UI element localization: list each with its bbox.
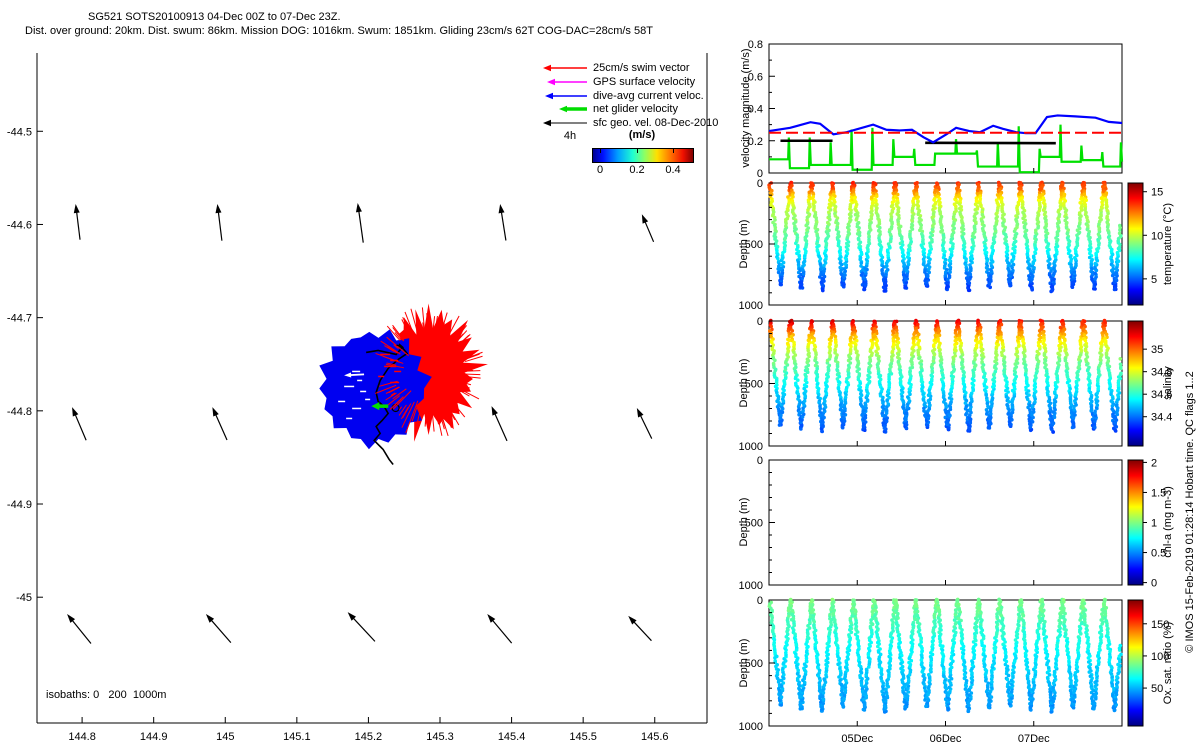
svg-text:0: 0 <box>757 455 763 467</box>
svg-text:35: 35 <box>1151 344 1163 356</box>
svg-text:0: 0 <box>757 316 763 328</box>
svg-text:-44.8: -44.8 <box>7 406 32 418</box>
svg-text:145: 145 <box>216 731 234 743</box>
dive-avg-current-arrow-icon <box>545 92 587 99</box>
dive-vector-cluster <box>319 303 488 465</box>
legend-colorbar-title: (m/s) <box>628 129 656 141</box>
colorbar-1 <box>1127 182 1144 306</box>
temperature-panel <box>767 180 1144 306</box>
colorbar-label-oxygen: Ox. sat. ratio (%) <box>1162 621 1174 705</box>
svg-text:145.3: 145.3 <box>426 731 454 743</box>
svg-text:145.1: 145.1 <box>283 731 311 743</box>
legend-cbar-tick <box>600 149 601 153</box>
gps-surface-velocity-arrow-icon <box>547 78 587 85</box>
legend-item-swim-vector: 25cm/s swim vector <box>537 61 690 75</box>
svg-text:145.2: 145.2 <box>355 731 383 743</box>
legend-cbar-tick <box>637 149 638 153</box>
svg-text:1: 1 <box>1151 518 1157 530</box>
svg-text:144.9: 144.9 <box>140 731 168 743</box>
oxygen-panel <box>767 597 1144 727</box>
depth-axis-label-temperature: Depth (m) <box>738 219 750 269</box>
svg-text:1000: 1000 <box>739 300 763 312</box>
sfc-geo-velocity-arrow-icon <box>543 119 587 127</box>
vector-legend: 25cm/s swim vector GPS surface velocity di… <box>537 60 752 192</box>
legend-item-label: net glider velocity <box>593 103 678 116</box>
colorbar-2 <box>1127 320 1144 447</box>
net-glider-velocity-arrow-icon <box>559 106 587 113</box>
legend-item-label: GPS surface velocity <box>593 75 696 88</box>
colorbar-3 <box>1127 459 1144 586</box>
imos-copyright-note: © IMOS 15-Feb-2019 01:28:14 Hobart time.… <box>1184 371 1196 653</box>
colorbar-4 <box>1127 599 1144 727</box>
legend-item-label: sfc geo. vel. 08-Dec-2010 <box>593 117 719 130</box>
svg-text:2: 2 <box>1151 457 1157 469</box>
svg-text:1000: 1000 <box>739 580 763 592</box>
isobaths-label: isobaths: 0 200 1000m <box>46 689 167 701</box>
page-title: SG521 SOTS20100913 04-Dec 00Z to 07-Dec … <box>88 11 341 23</box>
depth-axis-label-chla: Depth (m) <box>738 497 750 547</box>
swim-vector-arrow-icon <box>543 64 587 72</box>
svg-text:5: 5 <box>1151 274 1157 286</box>
legend-item-net-glider-velocity: net glider velocity <box>537 102 678 116</box>
depth-axis-label-salinity: Depth (m) <box>738 358 750 408</box>
legend-cbar-tick-label: 0 <box>596 164 604 176</box>
legend-cbar-tick-label: 0.2 <box>629 164 645 176</box>
svg-text:-44.5: -44.5 <box>7 126 32 138</box>
legend-cbar-tick <box>673 149 674 153</box>
legend-item-label: dive-avg current veloc. <box>593 89 704 102</box>
legend-item-gps-surface-velocity: GPS surface velocity <box>537 75 695 89</box>
svg-text:0: 0 <box>1151 578 1157 590</box>
velocity-panel <box>768 43 1124 174</box>
svg-text:-44.7: -44.7 <box>7 313 32 325</box>
legend-item-label: 25cm/s swim vector <box>593 62 690 74</box>
svg-text:-44.6: -44.6 <box>7 219 32 231</box>
colorbar-label-salinity: salinity <box>1162 366 1174 400</box>
mission-stats-subtitle: Dist. over ground: 20km. Dist. swum: 86k… <box>25 25 653 37</box>
colorbar-label-chla: chl-a (mg m-3) <box>1162 486 1174 558</box>
svg-text:145.5: 145.5 <box>569 731 597 743</box>
svg-text:145.6: 145.6 <box>641 731 669 743</box>
velocity-axis-label: velocity magnitude (m/s) <box>740 48 752 168</box>
svg-text:15: 15 <box>1151 187 1163 199</box>
salinity-panel <box>768 318 1144 447</box>
legend-cbar-tick-label: 0.4 <box>665 164 681 176</box>
svg-text:0: 0 <box>757 178 763 190</box>
svg-text:144.8: 144.8 <box>68 731 96 743</box>
svg-text:145.4: 145.4 <box>498 731 526 743</box>
svg-text:1000: 1000 <box>739 441 763 453</box>
depth-axis-label-oxygen: Depth (m) <box>738 638 750 688</box>
legend-colorbar <box>592 148 694 163</box>
chl-a-panel <box>768 459 1144 586</box>
svg-text:-44.9: -44.9 <box>7 499 32 511</box>
legend-item-dive-avg-current: dive-avg current veloc. <box>537 89 704 103</box>
legend-time-scale-label: 4h <box>563 130 577 142</box>
svg-text:-45: -45 <box>16 592 32 604</box>
colorbar-label-temperature: temperature (°C) <box>1162 202 1174 286</box>
svg-text:34.4: 34.4 <box>1151 412 1172 424</box>
